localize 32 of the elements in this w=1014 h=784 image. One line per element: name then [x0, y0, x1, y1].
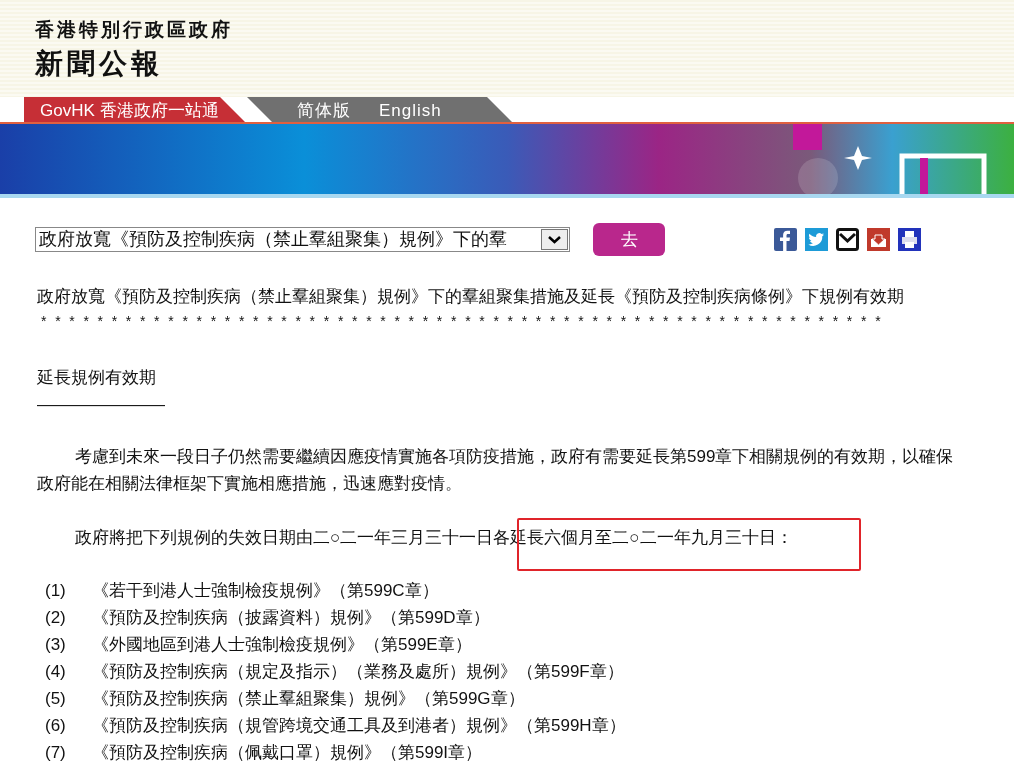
- language-link[interactable]: English: [379, 97, 442, 122]
- organization-name: 香港特別行政區政府: [35, 18, 234, 42]
- govhk-link[interactable]: GovHK 香港政府一站通: [24, 97, 245, 122]
- section-heading: 延長規例有效期: [37, 368, 157, 388]
- go-button[interactable]: 去: [593, 223, 665, 256]
- article-select[interactable]: 政府放寬《預防及控制疾病（禁止羣組聚集）規例》下的羣: [35, 227, 570, 252]
- item-number: (4): [44, 661, 67, 683]
- item-number: (7): [44, 742, 67, 764]
- regulation-name: 《預防及控制疾病（佩戴口罩）規例》（第599I章）: [92, 742, 483, 764]
- article-title: 政府放寬《預防及控制疾病（禁止羣組聚集）規例》下的羣組聚集措施及延長《預防及控制疾病條例》下規例有效期: [37, 287, 905, 307]
- download-icon[interactable]: [867, 228, 890, 251]
- item-number: (2): [44, 607, 67, 629]
- paragraph: 考慮到未來一段日子仍然需要繼續因應疫情實施各項防疫措施，政府有需要延長第599章下相關規例的有效期，以確保政府能在相關法律框架下實施相應措施，迅速應對疫情。: [37, 446, 955, 495]
- regulation-name: 《外國地區到港人士強制檢疫規例》（第599E章）: [92, 634, 472, 656]
- page-title: 新聞公報: [35, 47, 164, 81]
- mail-icon[interactable]: [836, 228, 859, 251]
- language-link[interactable]: 简体版: [297, 97, 351, 122]
- printer-icon[interactable]: [898, 228, 921, 251]
- regulation-name: 《預防及控制疾病（規定及指示）（業務及處所）規例》（第599F章）: [92, 661, 624, 683]
- regulation-name: 《預防及控制疾病（規管跨境交通工具及到港者）規例》（第599H章）: [92, 715, 626, 737]
- facebook-icon[interactable]: [774, 228, 797, 251]
- item-number: (5): [44, 688, 67, 710]
- dropdown-icon: [541, 229, 568, 250]
- regulation-name: 《預防及控制疾病（禁止羣組聚集）規例》（第599G章）: [92, 688, 525, 710]
- regulation-name: 《若干到港人士強制檢疫規例》（第599C章）: [92, 580, 439, 602]
- regulation-name: 《預防及控制疾病（披露資料）規例》（第599D章）: [92, 607, 490, 629]
- item-number: (3): [44, 634, 67, 656]
- separator-line: * * * * * * * * * * * * * * * * * * * * * * * * * * * * * * * * * * * * * * * * * * * * * * * * * * * * * * * * * * * *: [40, 312, 884, 331]
- item-number: (1): [44, 580, 67, 602]
- item-number: (6): [44, 715, 67, 737]
- section-rule: ————————: [37, 395, 166, 415]
- bird-icon[interactable]: [805, 228, 828, 251]
